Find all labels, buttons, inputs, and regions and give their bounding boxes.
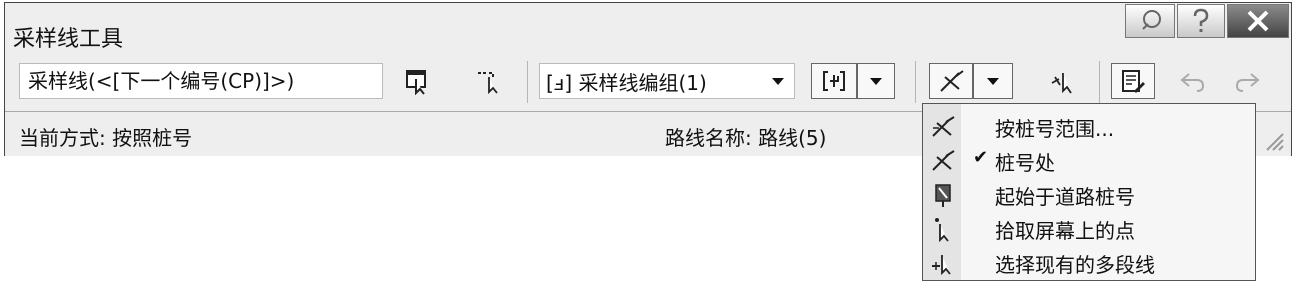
checkmark-icon: ✔ xyxy=(973,147,989,168)
menu-item-at-station[interactable]: ✔ 桩号处 xyxy=(923,144,1255,177)
select-sample-line-button[interactable] xyxy=(467,63,511,99)
undo-button[interactable] xyxy=(1173,63,1213,99)
help-balloon-button[interactable] xyxy=(1125,4,1175,38)
menu-item-pick-points[interactable]: 拾取屏幕上的点 xyxy=(923,212,1255,245)
menu-item-select-polyline[interactable]: 选择现有的多段线 xyxy=(923,246,1255,279)
select-polyline-icon xyxy=(932,255,951,276)
pick-points-icon xyxy=(935,218,949,242)
chevron-down-icon xyxy=(870,78,882,85)
window-title: 采样线工具 xyxy=(13,27,124,52)
sample-line-properties-button[interactable] xyxy=(395,63,439,99)
menu-item-label: 拾取屏幕上的点 xyxy=(995,219,1135,243)
help-button[interactable] xyxy=(1177,4,1225,38)
help-balloon-icon xyxy=(1142,10,1161,30)
menu-item-label: 按桩号范围... xyxy=(995,117,1115,141)
redo-button[interactable] xyxy=(1227,63,1267,99)
toolbar-separator xyxy=(527,61,528,103)
sample-line-creation-method-button[interactable] xyxy=(929,63,973,99)
toolbar: 采样线(<[下一个编号(CP)]>) [ⅎ] 采样线编组(1) xyxy=(5,57,1291,107)
menu-item-station-range[interactable]: 按桩号范围... xyxy=(923,110,1255,143)
redo-icon xyxy=(1235,73,1260,92)
sample-line-group-dropdown[interactable]: [ⅎ] 采样线编组(1) xyxy=(539,63,795,99)
chevron-down-icon xyxy=(772,78,784,85)
menu-item-label: 桩号处 xyxy=(995,151,1055,175)
current-mode-status: 当前方式: 按照桩号 xyxy=(19,126,193,150)
settings-edit-icon xyxy=(1122,70,1145,93)
sample-line-name-field[interactable]: 采样线(<[下一个编号(CP)]>) xyxy=(19,63,383,99)
from-corridor-station-icon xyxy=(935,184,951,207)
create-group-icon xyxy=(823,71,845,91)
select-line-icon xyxy=(478,72,498,95)
pick-sample-line-button[interactable] xyxy=(1041,63,1085,99)
menu-item-label: 选择现有的多段线 xyxy=(995,253,1155,277)
resize-grip-icon[interactable] xyxy=(1263,130,1285,152)
properties-icon xyxy=(406,70,426,95)
create-group-button[interactable] xyxy=(811,63,857,99)
menu-item-from-corridor-station[interactable]: 起始于道路桩号 xyxy=(923,178,1255,211)
at-station-icon xyxy=(932,150,955,171)
creation-method-dropdown-button[interactable] xyxy=(973,63,1013,99)
station-range-icon xyxy=(932,116,955,137)
create-group-dropdown-button[interactable] xyxy=(857,63,895,99)
chevron-down-icon xyxy=(987,78,999,85)
sample-line-group-value: [ⅎ] 采样线编组(1) xyxy=(546,70,707,95)
close-icon xyxy=(1247,10,1269,32)
alignment-name-status: 路线名称: 路线(5) xyxy=(665,126,827,150)
question-icon xyxy=(1193,8,1209,32)
undo-icon xyxy=(1180,73,1205,92)
creation-method-menu: 按桩号范围... ✔ 桩号处 起始于道路桩号 拾取屏幕上的点 选择现有的多段线 xyxy=(922,103,1256,281)
toolbar-separator xyxy=(915,61,916,103)
sample-line-settings-button[interactable] xyxy=(1111,63,1155,99)
at-station-icon xyxy=(940,70,964,92)
toolbar-separator xyxy=(1099,61,1100,103)
menu-item-label: 起始于道路桩号 xyxy=(995,185,1135,209)
pick-line-icon xyxy=(1051,73,1072,94)
close-button[interactable] xyxy=(1227,4,1289,38)
